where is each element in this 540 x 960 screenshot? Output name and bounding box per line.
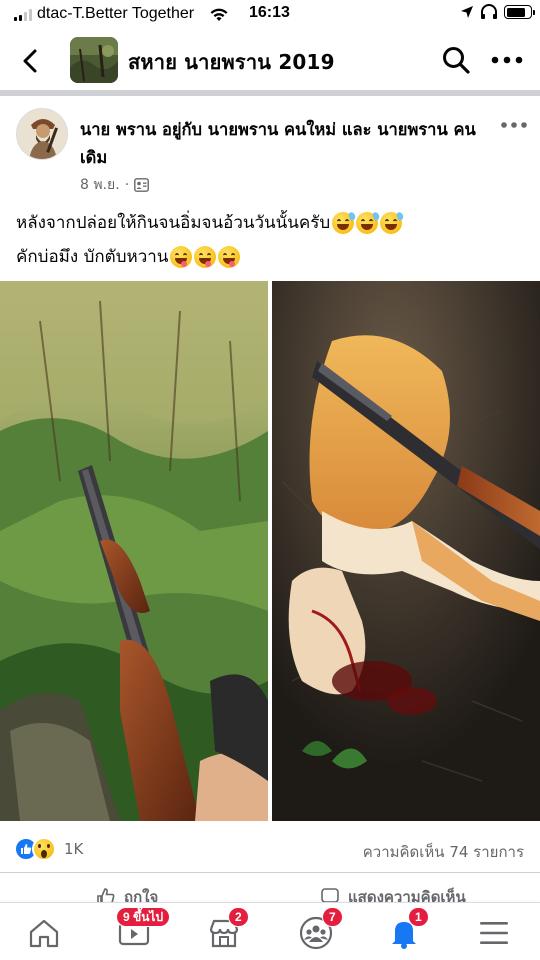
menu-icon xyxy=(480,922,508,944)
group-privacy-icon xyxy=(134,178,150,192)
home-icon xyxy=(29,919,59,948)
chevron-left-icon[interactable] xyxy=(16,46,46,76)
sweat-smile-emoji-icon xyxy=(356,211,381,234)
meta-separator: · xyxy=(124,177,130,193)
wow-reaction-icon xyxy=(32,837,56,861)
nav-watch[interactable]: 9 ขึ้นไป xyxy=(114,907,171,953)
yum-emoji-icon xyxy=(194,246,217,268)
location-arrow-icon xyxy=(461,6,473,18)
battery-icon xyxy=(504,5,535,19)
nav-menu[interactable] xyxy=(474,913,514,953)
bottom-navigation: 9 ขึ้นไป 2 7 1 xyxy=(0,902,540,960)
headphones-icon xyxy=(481,4,497,19)
wifi-icon xyxy=(210,8,228,21)
signal-icon xyxy=(14,9,32,21)
post-photo-2[interactable] xyxy=(272,281,540,821)
groups-badge: 7 xyxy=(322,907,343,927)
nav-notifications[interactable]: 1 xyxy=(384,907,429,953)
group-header: สหาย นายพราน 2019 xyxy=(0,30,540,90)
search-icon[interactable] xyxy=(440,44,472,76)
post-options-icon[interactable] xyxy=(500,120,528,130)
status-bar: dtac-T.Better Together 16:13 xyxy=(0,0,540,30)
post-author-line[interactable]: นาย พราน อยู่กับ นายพราน คนใหม่ และ นายพ… xyxy=(80,116,500,172)
post-meta: 8 พ.ย. · xyxy=(80,174,150,196)
author-avatar[interactable] xyxy=(16,108,68,160)
comment-count[interactable]: ความคิดเห็น 74 รายการ xyxy=(363,840,524,864)
nav-home[interactable] xyxy=(24,913,64,953)
post-body: หลังจากปล่อยให้กินจนอิ่มจนอ้วนวันนั้นครั… xyxy=(16,206,526,274)
post-text-line-1: หลังจากปล่อยให้กินจนอิ่มจนอ้วนวันนั้นครั… xyxy=(16,213,331,233)
nav-marketplace[interactable]: 2 xyxy=(204,907,249,953)
post-photo-1[interactable] xyxy=(0,281,268,821)
post-timestamp[interactable]: 8 พ.ย. xyxy=(80,174,120,196)
sweat-smile-emoji-icon xyxy=(380,211,405,234)
post-text-line-2: คักบ่อมึง บักตับหวาน xyxy=(16,247,169,267)
reactions-summary[interactable]: 1K ความคิดเห็น 74 รายการ xyxy=(0,832,540,868)
marketplace-badge: 2 xyxy=(228,907,249,927)
clock: 16:13 xyxy=(249,4,290,21)
group-cover-thumbnail[interactable] xyxy=(70,37,118,83)
yum-emoji-icon xyxy=(170,246,193,268)
watch-badge: 9 ขึ้นไป xyxy=(116,907,171,927)
yum-emoji-icon xyxy=(218,246,241,268)
more-horizontal-icon[interactable] xyxy=(490,54,524,66)
post-photos xyxy=(0,281,540,821)
reaction-count[interactable]: 1K xyxy=(64,840,83,858)
notifications-badge: 1 xyxy=(408,907,429,927)
post-header: นาย พราน อยู่กับ นายพราน คนใหม่ และ นายพ… xyxy=(0,96,540,196)
nav-groups[interactable]: 7 xyxy=(296,907,343,953)
sweat-smile-emoji-icon xyxy=(332,211,357,234)
group-title[interactable]: สหาย นายพราน 2019 xyxy=(128,46,335,78)
carrier-name: dtac-T.Better Together xyxy=(37,5,195,22)
